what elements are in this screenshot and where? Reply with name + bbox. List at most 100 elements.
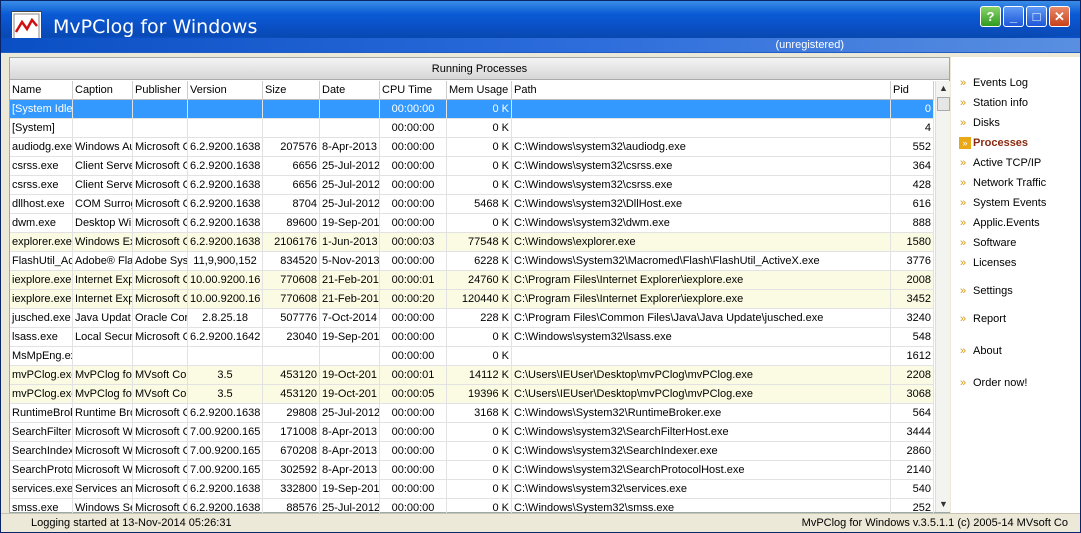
vertical-scrollbar[interactable]: ▲ ▼ <box>935 81 950 512</box>
sidebar-item-station-info[interactable]: » Station info <box>951 94 1080 112</box>
sidebar-item-disks[interactable]: » Disks <box>951 114 1080 132</box>
sidebar-item-report[interactable]: » Report <box>951 310 1080 328</box>
table-row[interactable]: MsMpEng.ex 00:00:00 0 K 1612 <box>10 347 934 366</box>
cell-cpu: 00:00:00 <box>380 347 447 366</box>
minimize-button[interactable]: _ <box>1003 6 1024 27</box>
sidebar-item-applic-events[interactable]: » Applic.Events <box>951 214 1080 232</box>
cell-date: 21-Feb-201 <box>320 290 380 309</box>
table-row[interactable]: csrss.exe Client Serve Microsoft C 6.2.9200… <box>10 176 934 195</box>
table-row[interactable]: lsass.exe Local Securi Microsoft C 6.2.9200… <box>10 328 934 347</box>
cell-size: 23040 <box>263 328 320 347</box>
table-row[interactable]: SearchProto Microsoft Wi Microsoft C 7.00.9… <box>10 461 934 480</box>
sidebar-item-label: System Events <box>973 197 1047 209</box>
cell-caption: Runtime Bro <box>73 404 133 423</box>
table-row[interactable]: iexplore.exe Internet Exp Microsoft C 10.00… <box>10 290 934 309</box>
cell-version: 3.5 <box>188 385 263 404</box>
cell-path: C:\Windows\System32\smss.exe <box>512 499 891 514</box>
sidebar-item-processes[interactable]: » Processes <box>951 134 1080 152</box>
cell-version: 6.2.9200.1638 <box>188 214 263 233</box>
column-header-pid[interactable]: Pid <box>891 81 934 100</box>
cell-publisher: MVsoft Co <box>133 366 188 385</box>
help-button[interactable]: ? <box>980 6 1001 27</box>
table-row[interactable]: RuntimeBrok Runtime Bro Microsoft C 6.2.920… <box>10 404 934 423</box>
table-row[interactable]: services.exe Services and Microsoft C 6.2.9… <box>10 480 934 499</box>
cell-mem: 0 K <box>447 157 512 176</box>
cell-pid: 428 <box>891 176 934 195</box>
column-header-path[interactable]: Path <box>512 81 891 100</box>
scroll-thumb[interactable] <box>937 97 950 111</box>
cell-cpu: 00:00:00 <box>380 328 447 347</box>
cell-date: 1-Jun-2013 <box>320 233 380 252</box>
table-row[interactable]: SearchFilter Microsoft Wi Microsoft C 7.00.… <box>10 423 934 442</box>
maximize-button[interactable]: □ <box>1026 6 1047 27</box>
cell-name: audiodg.exe <box>10 138 73 157</box>
table-row[interactable]: FlashUtil_Ac Adobe® Fla Adobe Syst 11,9,900… <box>10 252 934 271</box>
double-chevron-icon: » <box>960 377 967 389</box>
cell-cpu: 00:00:00 <box>380 499 447 514</box>
sidebar-item-label: Events Log <box>973 77 1029 89</box>
cell-pid: 252 <box>891 499 934 514</box>
column-header-cpu[interactable]: CPU Time <box>380 81 447 100</box>
cell-caption: Local Securi <box>73 328 133 347</box>
cell-pid: 888 <box>891 214 934 233</box>
cell-mem: 0 K <box>447 480 512 499</box>
sidebar-item-events-log[interactable]: » Events Log <box>951 74 1080 92</box>
column-header-caption[interactable]: Caption <box>73 81 133 100</box>
column-header-name[interactable]: Name <box>10 81 73 100</box>
table-row[interactable]: dllhost.exe COM Surrog Microsoft C 6.2.9200… <box>10 195 934 214</box>
table-row[interactable]: iexplore.exe Internet Exp Microsoft C 10.00… <box>10 271 934 290</box>
cell-version: 10.00.9200.16 <box>188 290 263 309</box>
table-row[interactable]: [System Idle 00:00:00 0 K 0 <box>10 100 934 119</box>
double-chevron-icon: » <box>959 137 971 149</box>
cell-mem: 0 K <box>447 214 512 233</box>
table-row[interactable]: SearchIndex Microsoft Wi Microsoft C 7.00.9… <box>10 442 934 461</box>
cell-version <box>188 347 263 366</box>
column-header-version[interactable]: Version <box>188 81 263 100</box>
cell-mem: 24760 K <box>447 271 512 290</box>
sidebar-item-label: Disks <box>973 117 1000 129</box>
table-row[interactable]: explorer.exe Windows Ex Microsoft C 6.2.920… <box>10 233 934 252</box>
cell-mem: 0 K <box>447 119 512 138</box>
cell-date: 19-Sep-201 <box>320 328 380 347</box>
double-chevron-icon: » <box>960 313 967 325</box>
cell-publisher <box>133 119 188 138</box>
table-row[interactable]: jusched.exeJava UpdatOracle Corp2.8.25.1… <box>10 309 934 328</box>
cell-version: 6.2.9200.1638 <box>188 157 263 176</box>
table-row[interactable]: audiodg.exe Windows Au Microsoft C 6.2.9200… <box>10 138 934 157</box>
sidebar-item-active-tcp-ip[interactable]: » Active TCP/IP <box>951 154 1080 172</box>
double-chevron-icon: » <box>960 345 967 357</box>
scroll-up-icon[interactable]: ▲ <box>936 81 951 96</box>
sidebar-item-order-now[interactable]: » Order now! <box>951 374 1080 392</box>
scroll-down-icon[interactable]: ▼ <box>936 497 951 512</box>
table-row[interactable]: csrss.exe Client Serve Microsoft C 6.2.9200… <box>10 157 934 176</box>
sidebar-item-network-traffic[interactable]: » Network Traffic <box>951 174 1080 192</box>
table-row[interactable]: smss.exe Windows Se Microsoft C 6.2.9200.16… <box>10 499 934 514</box>
sidebar-item-software[interactable]: » Software <box>951 234 1080 252</box>
cell-caption: Java Updat <box>73 309 133 328</box>
sidebar-item-licenses[interactable]: » Licenses <box>951 254 1080 272</box>
table-row[interactable]: mvPClog.exe MvPClog for MVsoft Co 3.5 453120… <box>10 366 934 385</box>
column-header-mem[interactable]: Mem Usage <box>447 81 512 100</box>
column-header-publisher[interactable]: Publisher <box>133 81 188 100</box>
column-header-date[interactable]: Date <box>320 81 380 100</box>
cell-caption: COM Surrog <box>73 195 133 214</box>
double-chevron-icon: » <box>960 157 967 169</box>
close-button[interactable]: ✕ <box>1049 6 1070 27</box>
cell-cpu: 00:00:01 <box>380 366 447 385</box>
cell-caption: Internet Exp <box>73 271 133 290</box>
sidebar-item-settings[interactable]: » Settings <box>951 282 1080 300</box>
cell-publisher: Microsoft C <box>133 176 188 195</box>
cell-pid: 564 <box>891 404 934 423</box>
title-bar[interactable]: MvPClog for Windows ? _ □ ✕ <box>1 1 1080 53</box>
table-row[interactable]: [System] 00:00:00 0 K 4 <box>10 119 934 138</box>
table-row[interactable]: mvPClog.exe MvPClog for MVsoft Co 3.5 453120… <box>10 385 934 404</box>
sidebar-item-about[interactable]: » About <box>951 342 1080 360</box>
cell-caption <box>73 347 133 366</box>
table-row[interactable]: dwm.exe Desktop Win Microsoft C 6.2.9200.16… <box>10 214 934 233</box>
column-header-size[interactable]: Size <box>263 81 320 100</box>
cell-cpu: 00:00:00 <box>380 252 447 271</box>
cell-caption: Windows Ex <box>73 233 133 252</box>
sidebar-item-system-events[interactable]: » System Events <box>951 194 1080 212</box>
cell-pid: 2860 <box>891 442 934 461</box>
double-chevron-icon: » <box>960 257 967 269</box>
